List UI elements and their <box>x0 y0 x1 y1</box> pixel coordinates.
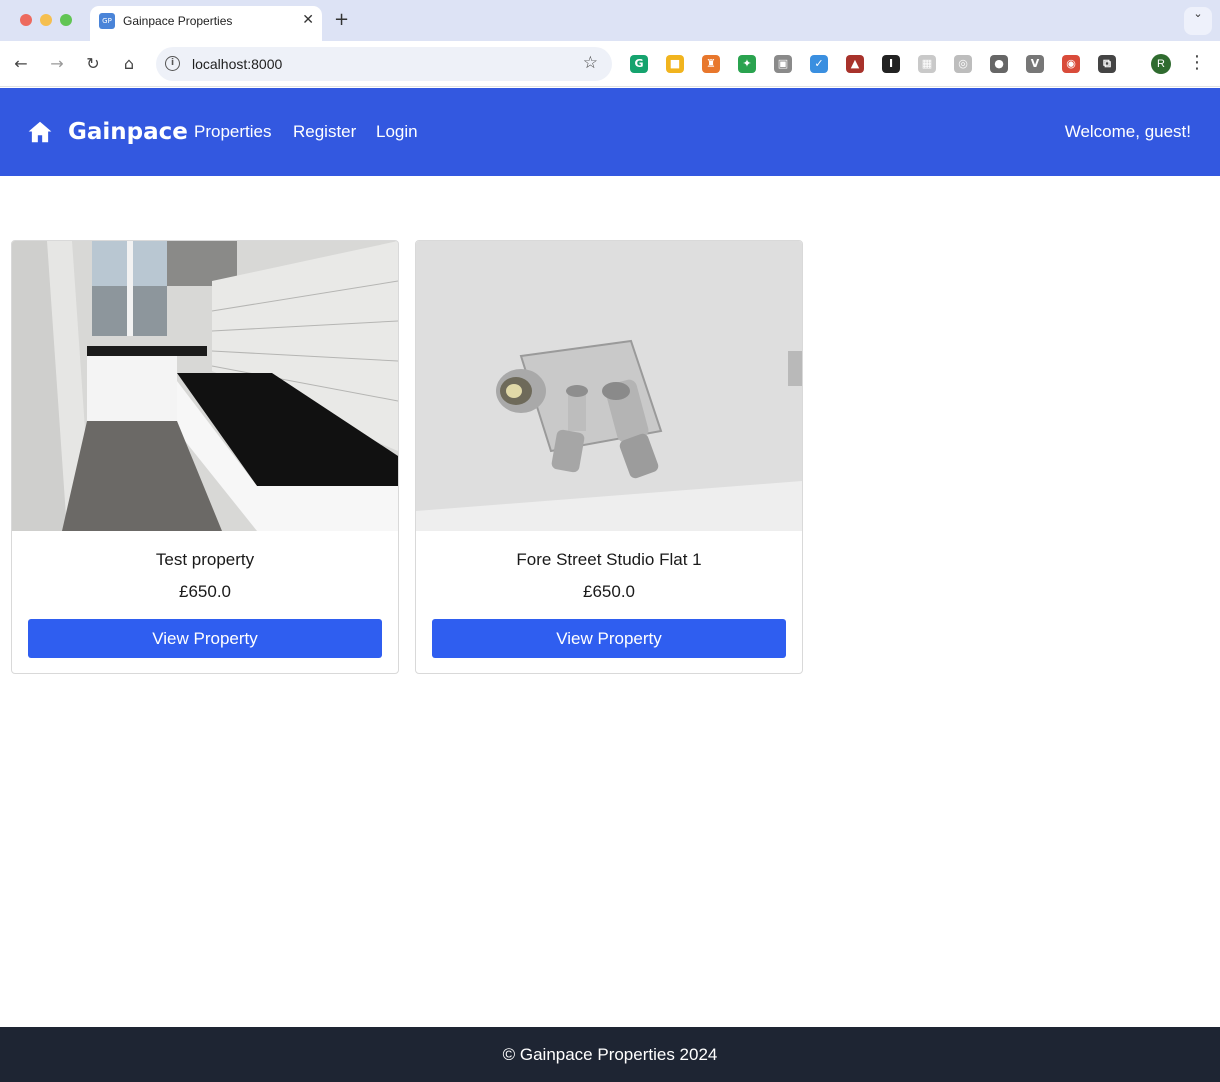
serif-i-extension-icon[interactable]: I <box>882 55 900 73</box>
forward-icon[interactable]: → <box>46 53 68 75</box>
apple-extension-icon[interactable]: ● <box>990 55 1008 73</box>
chart-extension-icon[interactable]: ▲ <box>846 55 864 73</box>
nav-link-properties[interactable]: Properties <box>194 121 271 142</box>
portrait-extension-icon[interactable]: ▣ <box>774 55 792 73</box>
grammarly-icon[interactable]: G <box>630 55 648 73</box>
window-minimize-button[interactable] <box>40 14 52 26</box>
tab-search-button[interactable]: ⌄ <box>1184 7 1212 35</box>
browser-tab-active[interactable]: GP Gainpace Properties ✕ <box>90 6 322 41</box>
browser-toolbar: ← → ↻ ⌂ i localhost:8000 ☆ G ■ ♜ ✦ ▣ ✓ ▲ I ▦ ◎ ● V ◉… <box>0 41 1220 87</box>
reload-icon[interactable]: ↻ <box>82 53 104 75</box>
target-extension-icon[interactable]: ◎ <box>954 55 972 73</box>
tab-favicon-icon: GP <box>99 13 115 29</box>
puzzle-icon[interactable]: ⧉ <box>1098 55 1116 73</box>
check-extension-icon[interactable]: ✓ <box>810 55 828 73</box>
property-image-kitchen[interactable] <box>12 241 398 531</box>
brand-logo-text[interactable]: Gainpace <box>68 118 188 146</box>
property-title: Fore Street Studio Flat 1 <box>516 550 702 569</box>
grid-extension-icon[interactable]: ▦ <box>918 55 936 73</box>
notes-extension-icon[interactable]: ■ <box>666 55 684 73</box>
window-zoom-button[interactable] <box>60 14 72 26</box>
color-wheel-extension-icon[interactable]: ◉ <box>1062 55 1080 73</box>
footer-copyright: © Gainpace Properties 2024 <box>502 1045 718 1064</box>
nav-link-register[interactable]: Register <box>293 121 356 142</box>
property-title: Test property <box>155 550 255 569</box>
v-extension-icon[interactable]: V <box>1026 55 1044 73</box>
property-price: £650.0 <box>179 582 231 601</box>
view-property-button[interactable]: View Property <box>28 619 382 658</box>
back-icon[interactable]: ← <box>10 53 32 75</box>
home-icon[interactable] <box>27 119 53 145</box>
new-tab-button[interactable]: + <box>334 9 349 31</box>
property-price: £650.0 <box>583 582 635 601</box>
property-image-ceiling-spotlights[interactable] <box>416 241 802 531</box>
chess-piece-extension-icon[interactable]: ♜ <box>702 55 720 73</box>
site-info-icon[interactable]: i <box>165 56 180 71</box>
welcome-message: Welcome, guest! <box>1064 122 1191 141</box>
property-card: Test property £650.0 View Property <box>11 240 399 674</box>
browser-menu-icon[interactable]: ⋮ <box>1188 52 1206 73</box>
nav-link-login[interactable]: Login <box>376 121 418 142</box>
address-bar[interactable]: i localhost:8000 ☆ <box>156 47 612 81</box>
profile-avatar[interactable]: R <box>1151 54 1171 74</box>
home-button-icon[interactable]: ⌂ <box>118 53 140 75</box>
property-card: Fore Street Studio Flat 1 £650.0 View Pr… <box>415 240 803 674</box>
tab-close-icon[interactable]: ✕ <box>302 12 314 28</box>
bookmark-star-icon[interactable]: ☆ <box>583 53 598 73</box>
url-text[interactable]: localhost:8000 <box>192 56 282 72</box>
window-close-button[interactable] <box>20 14 32 26</box>
tab-title: Gainpace Properties <box>123 14 233 28</box>
bird-extension-icon[interactable]: ✦ <box>738 55 756 73</box>
view-property-button[interactable]: View Property <box>432 619 786 658</box>
